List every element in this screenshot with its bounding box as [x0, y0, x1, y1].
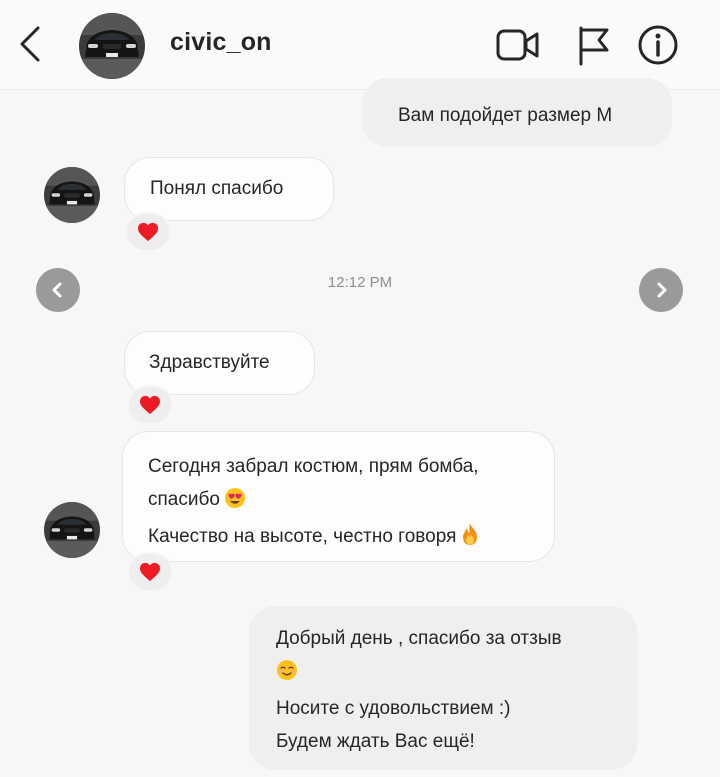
- contact-avatar[interactable]: [79, 13, 145, 79]
- fire-emoji: [460, 522, 480, 557]
- message-bubble-outgoing[interactable]: Вам подойдет размер M: [362, 78, 672, 147]
- message-bubble-outgoing[interactable]: Добрый день , спасибо за отзыв Носите с …: [249, 606, 637, 770]
- heart-eyes-emoji: [224, 487, 246, 520]
- message-bubble-incoming[interactable]: Сегодня забрал костюм, прям бомба, спаси…: [122, 431, 555, 562]
- back-arrow-icon: [20, 26, 40, 62]
- message-text-line: Сегодня забрал костюм, прям бомба,: [148, 456, 479, 477]
- back-button[interactable]: [14, 24, 48, 64]
- chat-header: civic_on: [0, 0, 720, 90]
- info-button[interactable]: [635, 22, 681, 68]
- message-bubble-incoming[interactable]: Понял спасибо: [124, 157, 334, 221]
- sender-avatar[interactable]: [44, 167, 100, 223]
- report-button[interactable]: [573, 22, 619, 68]
- car-avatar-image: [44, 167, 100, 223]
- car-avatar-image: [79, 13, 145, 79]
- next-button[interactable]: [639, 268, 683, 312]
- message-text: Здравствуйте: [149, 352, 270, 373]
- video-call-button[interactable]: [495, 22, 541, 68]
- chevron-right-icon: [657, 282, 667, 298]
- message-text-line: Носите с удовольствием :): [276, 698, 511, 719]
- car-avatar-image: [44, 502, 100, 558]
- message-text-line: Добрый день , спасибо за отзыв: [276, 628, 562, 649]
- message-text: Понял спасибо: [150, 178, 284, 199]
- message-text: Качество на высоте, честно говоря: [148, 526, 457, 547]
- heart-icon: [140, 562, 160, 582]
- reaction-heart[interactable]: [125, 212, 171, 252]
- message-text-line: [276, 655, 637, 692]
- message-text: спасибо: [148, 489, 220, 510]
- message-text-line: спасибо: [148, 483, 554, 520]
- reaction-heart[interactable]: [127, 385, 173, 425]
- contact-username[interactable]: civic_on: [170, 28, 272, 57]
- info-icon: [638, 25, 678, 65]
- message-timestamp: 12:12 PM: [327, 274, 393, 291]
- sender-avatar[interactable]: [44, 502, 100, 558]
- message-text: Вам подойдет размер M: [398, 105, 613, 126]
- smiling-face-emoji: [276, 659, 298, 692]
- reaction-heart[interactable]: [127, 552, 173, 592]
- flag-icon: [579, 26, 609, 66]
- video-call-icon: [496, 29, 539, 61]
- message-text-line: Будем ждать Вас ещё!: [276, 731, 475, 752]
- heart-icon: [138, 222, 158, 242]
- heart-icon: [140, 395, 160, 415]
- message-text-line: Качество на высоте, честно говоря: [148, 520, 554, 557]
